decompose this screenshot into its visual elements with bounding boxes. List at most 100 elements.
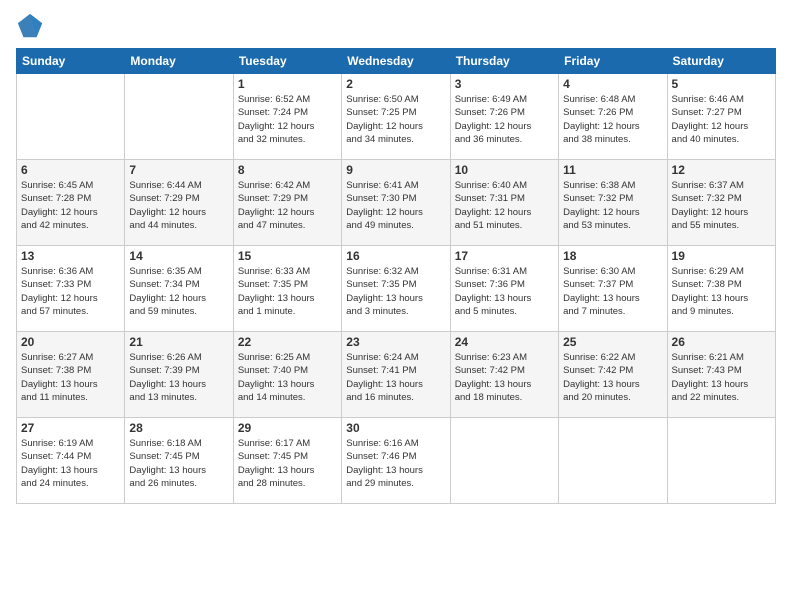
day-number: 30 <box>346 421 445 435</box>
day-number: 26 <box>672 335 771 349</box>
week-row-3: 13Sunrise: 6:36 AM Sunset: 7:33 PM Dayli… <box>17 246 776 332</box>
day-cell: 16Sunrise: 6:32 AM Sunset: 7:35 PM Dayli… <box>342 246 450 332</box>
day-cell: 27 Sunrise: 6:19 AM Sunset: 7:44 PM Dayli… <box>17 418 125 504</box>
day-cell: 29 Sunrise: 6:17 AM Sunset: 7:45 PM Dayli… <box>233 418 341 504</box>
day-number: 4 <box>563 77 662 91</box>
day-number: 17 <box>455 249 554 263</box>
day-info: Sunrise: 6:37 AM Sunset: 7:32 PM Dayligh… <box>672 179 771 232</box>
day-cell: 9 Sunrise: 6:41 AM Sunset: 7:30 PM Daylig… <box>342 160 450 246</box>
day-number: 24 <box>455 335 554 349</box>
day-cell: 14 Sunrise: 6:35 AM Sunset: 7:34 PM Dayli… <box>125 246 233 332</box>
day-cell: 3 Sunrise: 6:49 AM Sunset: 7:26 PM Daylig… <box>450 74 558 160</box>
day-info: Sunrise: 6:29 AM Sunset: 7:38 PM Dayligh… <box>672 265 771 318</box>
day-cell <box>17 74 125 160</box>
day-cell <box>559 418 667 504</box>
day-cell: 11Sunrise: 6:38 AM Sunset: 7:32 PM Dayli… <box>559 160 667 246</box>
day-cell: 7 Sunrise: 6:44 AM Sunset: 7:29 PM Daylig… <box>125 160 233 246</box>
day-info: Sunrise: 6:35 AM Sunset: 7:34 PM Dayligh… <box>129 265 228 318</box>
day-info: Sunrise: 6:41 AM Sunset: 7:30 PM Dayligh… <box>346 179 445 232</box>
day-number: 22 <box>238 335 337 349</box>
day-cell <box>125 74 233 160</box>
day-number: 7 <box>129 163 228 177</box>
day-cell: 18Sunrise: 6:30 AM Sunset: 7:37 PM Dayli… <box>559 246 667 332</box>
day-cell <box>450 418 558 504</box>
day-info: Sunrise: 6:52 AM Sunset: 7:24 PM Dayligh… <box>238 93 337 146</box>
day-info: Sunrise: 6:45 AM Sunset: 7:28 PM Dayligh… <box>21 179 120 232</box>
day-info: Sunrise: 6:21 AM Sunset: 7:43 PM Dayligh… <box>672 351 771 404</box>
day-cell: 28 Sunrise: 6:18 AM Sunset: 7:45 PM Dayli… <box>125 418 233 504</box>
day-number: 12 <box>672 163 771 177</box>
weekday-header-tuesday: Tuesday <box>233 49 341 74</box>
day-number: 29 <box>238 421 337 435</box>
day-cell: 21Sunrise: 6:26 AM Sunset: 7:39 PM Dayli… <box>125 332 233 418</box>
day-info: Sunrise: 6:27 AM Sunset: 7:38 PM Dayligh… <box>21 351 120 404</box>
day-number: 1 <box>238 77 337 91</box>
day-cell: 2 Sunrise: 6:50 AM Sunset: 7:25 PM Daylig… <box>342 74 450 160</box>
weekday-header-sunday: Sunday <box>17 49 125 74</box>
day-cell: 8Sunrise: 6:42 AM Sunset: 7:29 PM Daylig… <box>233 160 341 246</box>
day-cell: 15 Sunrise: 6:33 AM Sunset: 7:35 PM Dayli… <box>233 246 341 332</box>
day-number: 23 <box>346 335 445 349</box>
day-cell: 5 Sunrise: 6:46 AM Sunset: 7:27 PM Daylig… <box>667 74 775 160</box>
weekday-header-saturday: Saturday <box>667 49 775 74</box>
day-info: Sunrise: 6:49 AM Sunset: 7:26 PM Dayligh… <box>455 93 554 146</box>
day-info: Sunrise: 6:23 AM Sunset: 7:42 PM Dayligh… <box>455 351 554 404</box>
weekday-header-friday: Friday <box>559 49 667 74</box>
day-info: Sunrise: 6:44 AM Sunset: 7:29 PM Dayligh… <box>129 179 228 232</box>
day-number: 8 <box>238 163 337 177</box>
weekday-header-wednesday: Wednesday <box>342 49 450 74</box>
weekday-header-thursday: Thursday <box>450 49 558 74</box>
day-number: 2 <box>346 77 445 91</box>
header <box>16 12 776 40</box>
day-info: Sunrise: 6:26 AM Sunset: 7:39 PM Dayligh… <box>129 351 228 404</box>
day-info: Sunrise: 6:17 AM Sunset: 7:45 PM Dayligh… <box>238 437 337 490</box>
day-info: Sunrise: 6:32 AM Sunset: 7:35 PM Dayligh… <box>346 265 445 318</box>
page: SundayMondayTuesdayWednesdayThursdayFrid… <box>0 0 792 612</box>
day-info: Sunrise: 6:40 AM Sunset: 7:31 PM Dayligh… <box>455 179 554 232</box>
day-cell <box>667 418 775 504</box>
day-number: 18 <box>563 249 662 263</box>
day-number: 6 <box>21 163 120 177</box>
week-row-5: 27 Sunrise: 6:19 AM Sunset: 7:44 PM Dayli… <box>17 418 776 504</box>
day-cell: 25 Sunrise: 6:22 AM Sunset: 7:42 PM Dayli… <box>559 332 667 418</box>
day-info: Sunrise: 6:33 AM Sunset: 7:35 PM Dayligh… <box>238 265 337 318</box>
calendar-table: SundayMondayTuesdayWednesdayThursdayFrid… <box>16 48 776 504</box>
day-cell: 26 Sunrise: 6:21 AM Sunset: 7:43 PM Dayli… <box>667 332 775 418</box>
day-info: Sunrise: 6:22 AM Sunset: 7:42 PM Dayligh… <box>563 351 662 404</box>
day-number: 10 <box>455 163 554 177</box>
day-info: Sunrise: 6:46 AM Sunset: 7:27 PM Dayligh… <box>672 93 771 146</box>
day-number: 15 <box>238 249 337 263</box>
week-row-1: 1 Sunrise: 6:52 AM Sunset: 7:24 PM Daylig… <box>17 74 776 160</box>
day-number: 9 <box>346 163 445 177</box>
day-cell: 23 Sunrise: 6:24 AM Sunset: 7:41 PM Dayli… <box>342 332 450 418</box>
week-row-2: 6 Sunrise: 6:45 AM Sunset: 7:28 PM Daylig… <box>17 160 776 246</box>
weekday-header-monday: Monday <box>125 49 233 74</box>
day-info: Sunrise: 6:18 AM Sunset: 7:45 PM Dayligh… <box>129 437 228 490</box>
day-number: 19 <box>672 249 771 263</box>
day-cell: 22Sunrise: 6:25 AM Sunset: 7:40 PM Dayli… <box>233 332 341 418</box>
day-cell: 6 Sunrise: 6:45 AM Sunset: 7:28 PM Daylig… <box>17 160 125 246</box>
day-info: Sunrise: 6:50 AM Sunset: 7:25 PM Dayligh… <box>346 93 445 146</box>
week-row-4: 20Sunrise: 6:27 AM Sunset: 7:38 PM Dayli… <box>17 332 776 418</box>
day-cell: 30Sunrise: 6:16 AM Sunset: 7:46 PM Dayli… <box>342 418 450 504</box>
day-info: Sunrise: 6:24 AM Sunset: 7:41 PM Dayligh… <box>346 351 445 404</box>
day-info: Sunrise: 6:31 AM Sunset: 7:36 PM Dayligh… <box>455 265 554 318</box>
day-number: 11 <box>563 163 662 177</box>
day-info: Sunrise: 6:19 AM Sunset: 7:44 PM Dayligh… <box>21 437 120 490</box>
day-number: 27 <box>21 421 120 435</box>
weekday-header-row: SundayMondayTuesdayWednesdayThursdayFrid… <box>17 49 776 74</box>
day-number: 3 <box>455 77 554 91</box>
day-cell: 24 Sunrise: 6:23 AM Sunset: 7:42 PM Dayli… <box>450 332 558 418</box>
day-info: Sunrise: 6:36 AM Sunset: 7:33 PM Dayligh… <box>21 265 120 318</box>
day-cell: 12 Sunrise: 6:37 AM Sunset: 7:32 PM Dayli… <box>667 160 775 246</box>
logo <box>16 12 48 40</box>
day-cell: 19 Sunrise: 6:29 AM Sunset: 7:38 PM Dayli… <box>667 246 775 332</box>
day-number: 14 <box>129 249 228 263</box>
day-number: 28 <box>129 421 228 435</box>
day-number: 5 <box>672 77 771 91</box>
day-cell: 4 Sunrise: 6:48 AM Sunset: 7:26 PM Daylig… <box>559 74 667 160</box>
day-cell: 10 Sunrise: 6:40 AM Sunset: 7:31 PM Dayli… <box>450 160 558 246</box>
day-cell: 13Sunrise: 6:36 AM Sunset: 7:33 PM Dayli… <box>17 246 125 332</box>
day-info: Sunrise: 6:48 AM Sunset: 7:26 PM Dayligh… <box>563 93 662 146</box>
day-number: 25 <box>563 335 662 349</box>
